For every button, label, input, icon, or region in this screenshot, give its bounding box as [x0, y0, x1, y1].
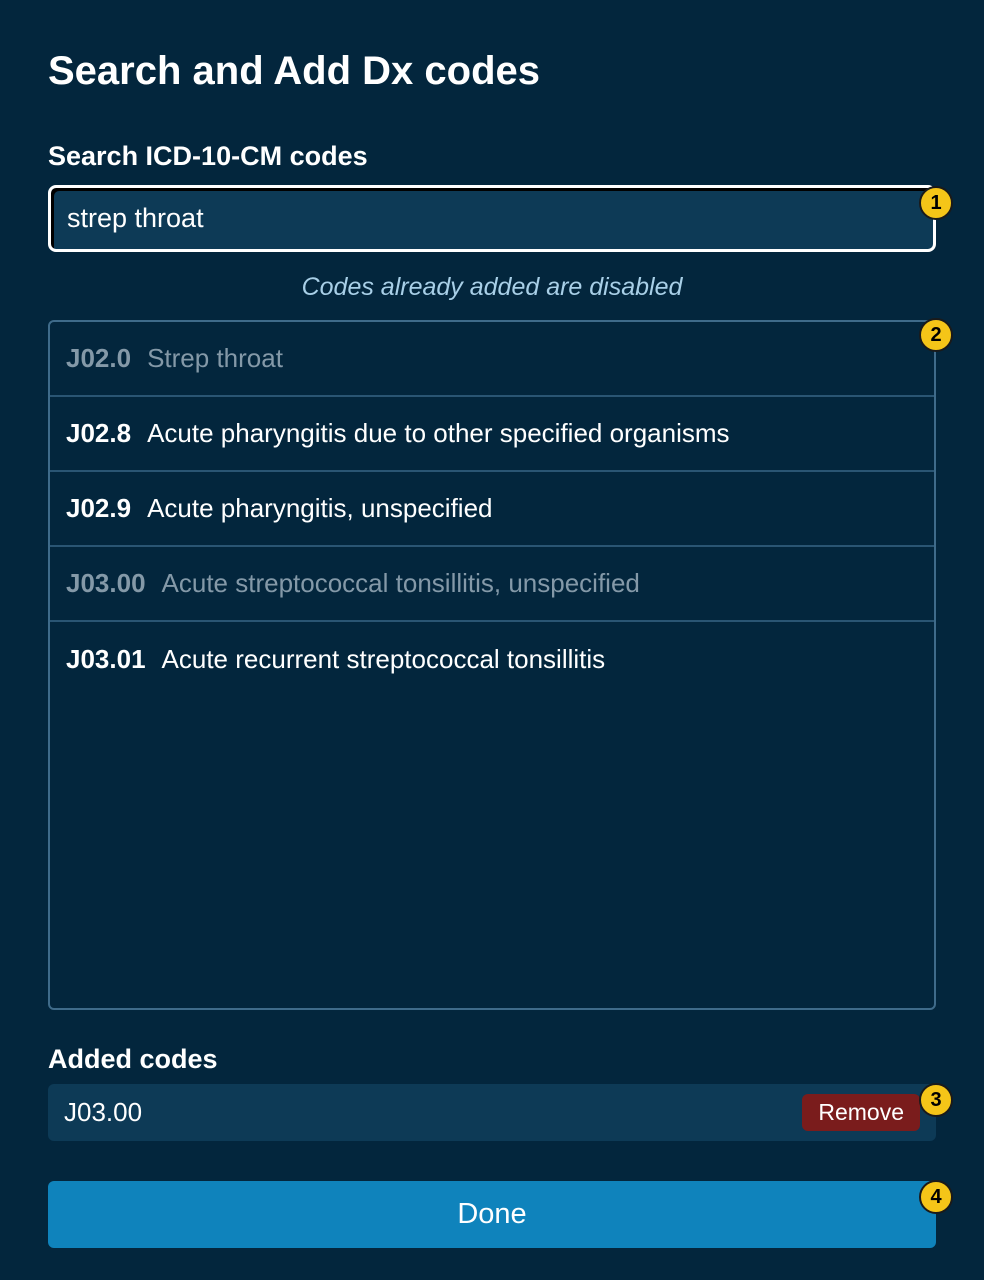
remove-button[interactable]: Remove	[802, 1094, 920, 1131]
disabled-hint: Codes already added are disabled	[301, 273, 683, 301]
result-item-j02-8[interactable]: J02.8 Acute pharyngitis due to other spe…	[50, 397, 934, 472]
result-item-j03-00: J03.00 Acute streptococcal tonsillitis, …	[50, 547, 934, 622]
result-item-j03-01[interactable]: J03.01 Acute recurrent streptococcal ton…	[50, 622, 934, 697]
result-item-j02-9[interactable]: J02.9 Acute pharyngitis, unspecified	[50, 472, 934, 547]
done-button[interactable]: Done	[48, 1181, 936, 1248]
annotation-marker-4: 4	[919, 1180, 953, 1214]
annotation-marker-3: 3	[919, 1083, 953, 1117]
added-code-item: J03.00 Remove	[48, 1084, 936, 1141]
result-code: J02.9	[66, 493, 132, 523]
result-description: Acute pharyngitis, unspecified	[147, 493, 493, 523]
result-description: Strep throat	[147, 343, 283, 373]
result-code: J03.01	[66, 644, 146, 674]
result-item-j02-0: J02.0 Strep throat	[50, 322, 934, 397]
search-label: Search ICD-10-CM codes	[48, 141, 368, 171]
page-title: Search and Add Dx codes	[48, 49, 540, 93]
result-description: Acute recurrent streptococcal tonsilliti…	[161, 644, 606, 674]
results-list[interactable]: J02.0 Strep throat J02.8 Acute pharyngit…	[48, 320, 936, 1010]
result-description: Acute pharyngitis due to other specified…	[147, 418, 730, 448]
result-code: J02.0	[66, 343, 132, 373]
result-code: J02.8	[66, 418, 132, 448]
annotation-marker-2: 2	[919, 318, 953, 352]
annotation-marker-1: 1	[919, 186, 953, 220]
added-codes-label: Added codes	[48, 1044, 218, 1074]
search-input[interactable]	[48, 185, 936, 252]
result-code: J03.00	[66, 568, 146, 598]
result-description: Acute streptococcal tonsillitis, unspeci…	[161, 568, 640, 598]
added-code-value: J03.00	[64, 1097, 143, 1127]
